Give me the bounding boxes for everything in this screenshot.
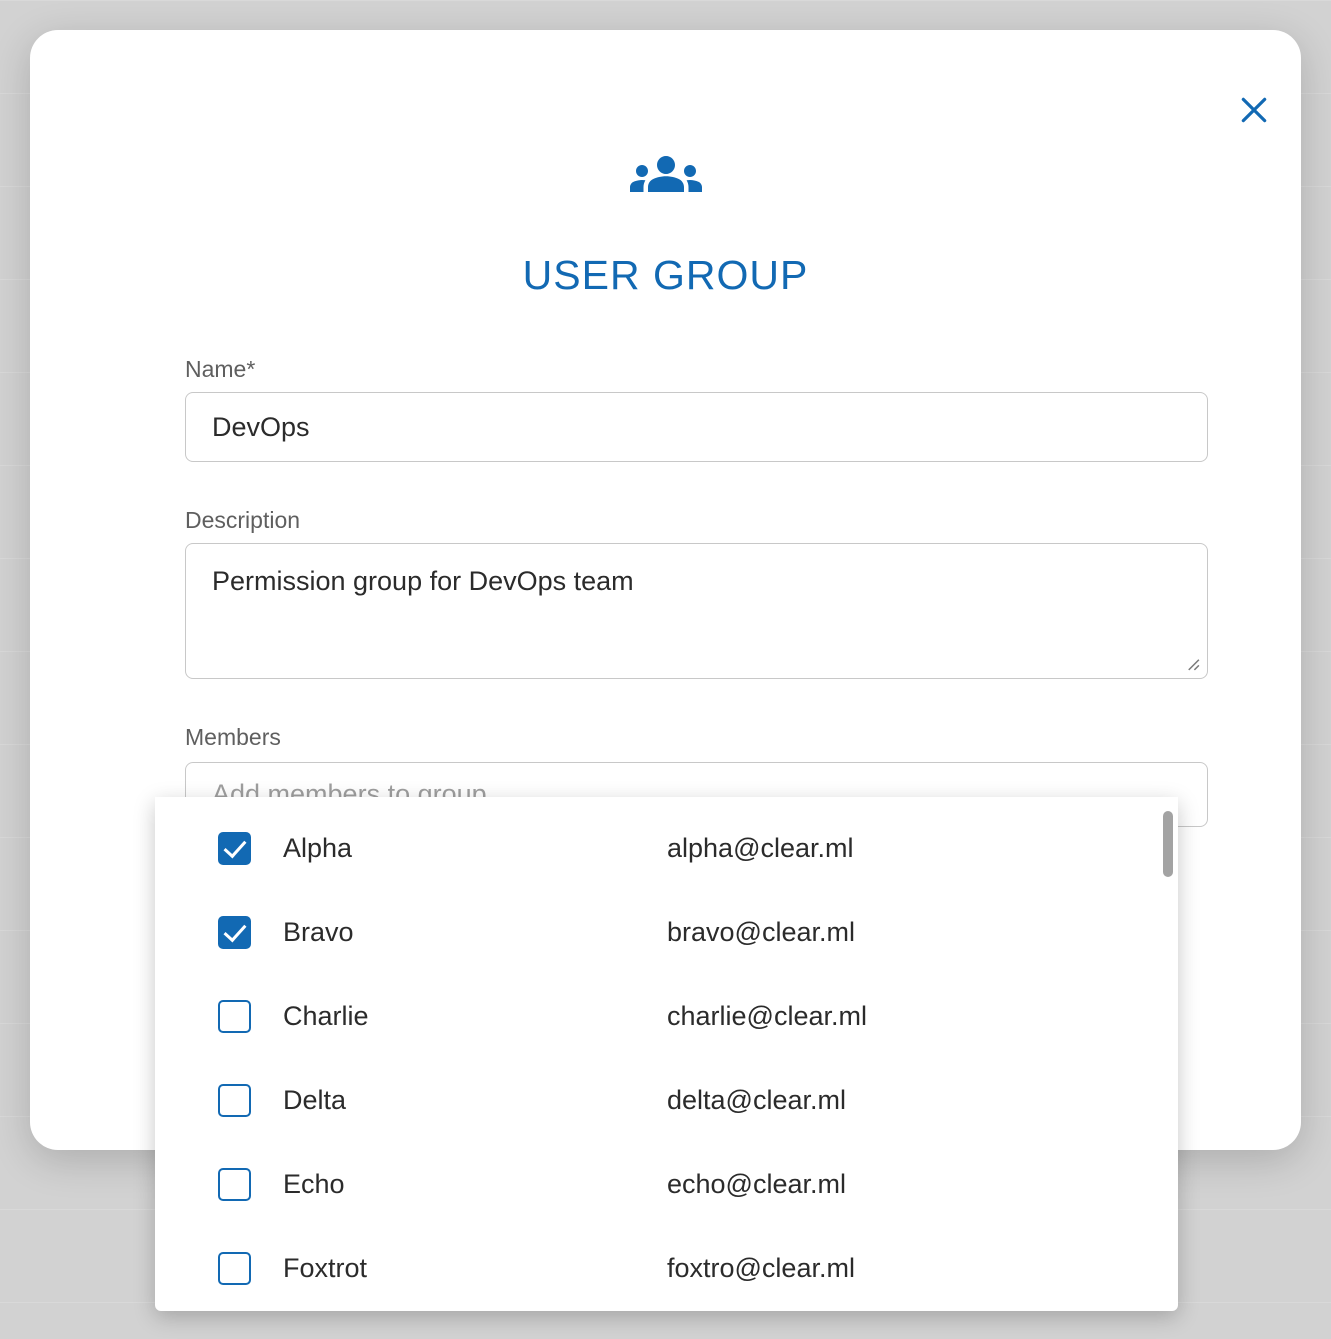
members-list: Alpha alpha@clear.ml Bravo bravo@clear.m… <box>155 806 1178 1310</box>
member-name: Bravo <box>283 917 354 948</box>
member-email: echo@clear.ml <box>667 1169 846 1200</box>
member-row[interactable]: Delta delta@clear.ml <box>155 1058 1178 1142</box>
description-label: Description <box>185 507 300 534</box>
member-checkbox[interactable] <box>218 832 251 865</box>
member-row[interactable]: Echo echo@clear.ml <box>155 1142 1178 1226</box>
resize-handle-icon[interactable] <box>1182 653 1200 671</box>
member-email: bravo@clear.ml <box>667 917 855 948</box>
member-email: charlie@clear.ml <box>667 1001 867 1032</box>
page-backdrop: USER GROUP Name* Description Permission … <box>0 0 1331 1339</box>
member-checkbox[interactable] <box>218 1168 251 1201</box>
member-email: foxtro@clear.ml <box>667 1253 855 1284</box>
close-icon <box>1238 94 1270 126</box>
user-group-icon <box>30 138 1301 210</box>
member-name: Foxtrot <box>283 1253 367 1284</box>
member-email: delta@clear.ml <box>667 1085 846 1116</box>
member-row[interactable]: Alpha alpha@clear.ml <box>155 806 1178 890</box>
member-row[interactable]: Foxtrot foxtro@clear.ml <box>155 1226 1178 1310</box>
member-name: Delta <box>283 1085 346 1116</box>
member-checkbox[interactable] <box>218 1252 251 1285</box>
member-row[interactable]: Bravo bravo@clear.ml <box>155 890 1178 974</box>
member-checkbox[interactable] <box>218 916 251 949</box>
dialog-title: USER GROUP <box>30 252 1301 299</box>
name-label: Name* <box>185 356 255 383</box>
members-dropdown: Alpha alpha@clear.ml Bravo bravo@clear.m… <box>155 797 1178 1311</box>
member-row[interactable]: Charlie charlie@clear.ml <box>155 974 1178 1058</box>
member-email: alpha@clear.ml <box>667 833 854 864</box>
name-input[interactable] <box>185 392 1208 462</box>
member-name: Alpha <box>283 833 352 864</box>
member-checkbox[interactable] <box>218 1000 251 1033</box>
member-checkbox[interactable] <box>218 1084 251 1117</box>
description-textarea[interactable]: Permission group for DevOps team <box>185 543 1208 679</box>
close-button[interactable] <box>1222 78 1286 142</box>
member-name: Charlie <box>283 1001 369 1032</box>
members-label: Members <box>185 724 281 751</box>
member-name: Echo <box>283 1169 345 1200</box>
scrollbar-thumb[interactable] <box>1163 811 1173 877</box>
